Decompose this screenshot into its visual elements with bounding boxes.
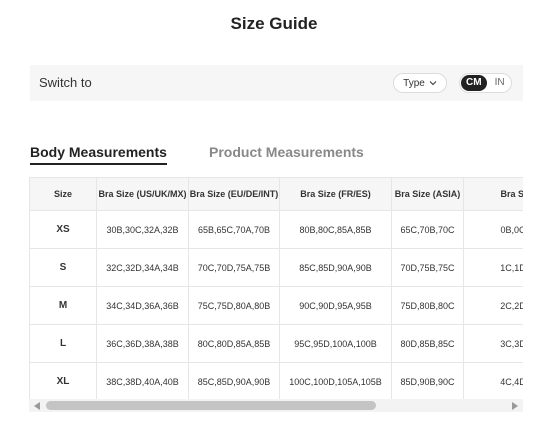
table-cell: 38C,38D,40A,40B [96,362,189,399]
tab-product-measurements[interactable]: Product Measurements [209,144,364,160]
header-bra-size-fr-es: Bra Size (FR/ES) [279,177,392,211]
scroll-right-arrow-icon[interactable] [512,402,518,410]
table-cell: 85C,85D,90A,90B [188,362,280,399]
cell-size: XS [29,210,97,249]
cell-size: M [29,286,97,325]
cell-size: XL [29,362,97,399]
table-row: XS 30B,30C,32A,32B 65B,65C,70A,70B 80B,8… [29,210,523,249]
header-bra-size-asia: Bra Size (ASIA) [391,177,464,211]
table-row: M 34C,34D,36A,36B 75C,75D,80A,80B 90C,90… [29,286,523,325]
scrollbar-thumb[interactable] [46,401,376,410]
cell-size: S [29,248,97,287]
unit-switch-bar: Switch to Type CM IN [30,65,523,101]
table-cell: 2C,2D,3A,3B [463,286,523,325]
table-cell: 75C,75D,80A,80B [188,286,280,325]
table-cell: 80B,80C,85A,85B [279,210,392,249]
type-dropdown-button[interactable]: Type [393,73,447,93]
scroll-left-arrow-icon[interactable] [34,402,40,410]
table-row: XL 38C,38D,40A,40B 85C,85D,90A,90B 100C,… [29,362,523,399]
table-cell: 80C,80D,85A,85B [188,324,280,363]
table-cell: 85C,85D,90A,90B [279,248,392,287]
tab-body-measurements[interactable]: Body Measurements [30,144,167,165]
cell-size: L [29,324,97,363]
table-row: S 32C,32D,34A,34B 70C,70D,75A,75B 85C,85… [29,248,523,287]
table-cell: 1C,1D,2A,2B [463,248,523,287]
table-cell: 32C,32D,34A,34B [96,248,189,287]
table-cell: 3C,3D,4A,4B [463,324,523,363]
type-button-label: Type [403,77,425,89]
unit-option-cm[interactable]: CM [461,75,487,91]
table-cell: 100C,100D,105A,105B [279,362,392,399]
table-cell: 65B,65C,70A,70B [188,210,280,249]
table-cell: 90C,90D,95A,95B [279,286,392,325]
header-bra-size-it: Bra Size (IT) [463,177,523,211]
table-cell: 30B,30C,32A,32B [96,210,189,249]
table-header-row: Size Bra Size (US/UK/MX) Bra Size (EU/DE… [29,177,523,211]
page-title: Size Guide [230,14,318,33]
table-cell: 65C,70B,70C [391,210,464,249]
table-cell: 70C,70D,75A,75B [188,248,280,287]
table-cell: 34C,34D,36A,36B [96,286,189,325]
table-cell: 0B,0C,1A,1B [463,210,523,249]
header-size: Size [29,177,97,211]
header-bra-size-eu-de-int: Bra Size (EU/DE/INT) [188,177,280,211]
size-table-container: Size Bra Size (US/UK/MX) Bra Size (EU/DE… [29,177,523,399]
unit-option-in[interactable]: IN [490,75,510,91]
chevron-down-icon [429,81,437,86]
table-row: L 36C,36D,38A,38B 80C,80D,85A,85B 95C,95… [29,324,523,363]
table-cell: 80D,85B,85C [391,324,464,363]
switch-to-label: Switch to [39,75,92,90]
horizontal-scrollbar[interactable] [29,399,523,412]
table-cell: 75D,80B,80C [391,286,464,325]
table-cell: 36C,36D,38A,38B [96,324,189,363]
table-cell: 85D,90B,90C [391,362,464,399]
table-cell: 95C,95D,100A,100B [279,324,392,363]
size-table: Size Bra Size (US/UK/MX) Bra Size (EU/DE… [29,177,523,399]
table-cell: 4C,4D,5A,5B [463,362,523,399]
table-cell: 70D,75B,75C [391,248,464,287]
header-bra-size-us-uk-mx: Bra Size (US/UK/MX) [96,177,189,211]
unit-toggle: CM IN [459,73,512,93]
